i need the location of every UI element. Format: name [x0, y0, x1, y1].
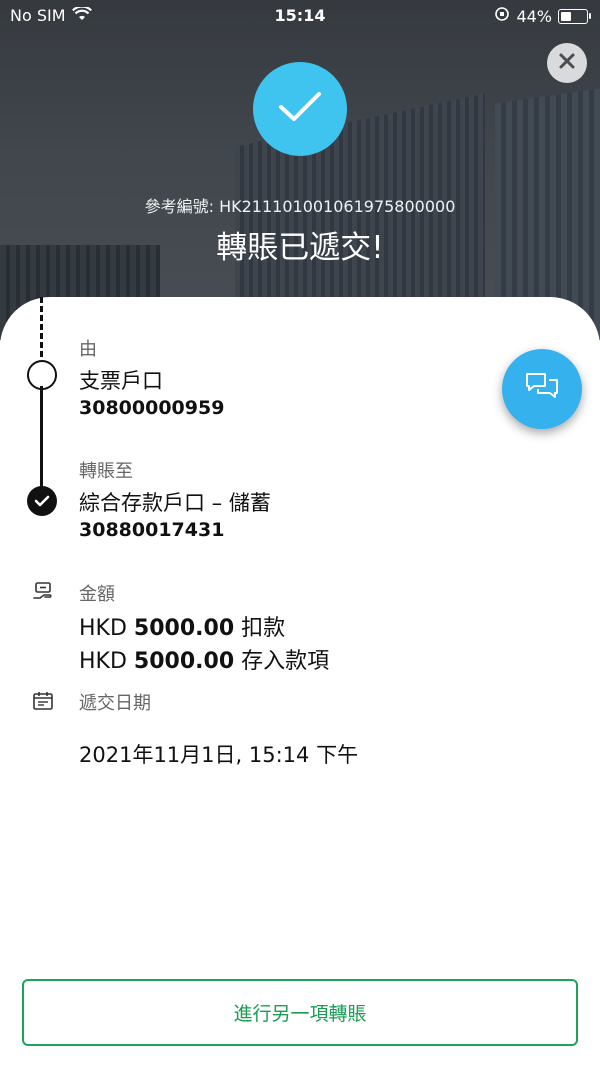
timeline-node-to: [27, 486, 57, 516]
chat-button[interactable]: [502, 349, 582, 429]
battery-icon: [558, 8, 591, 24]
calendar-icon: [32, 691, 54, 715]
reference-number: 參考編號: HK211101001061975800000: [144, 197, 456, 216]
page-title: 轉賬已遞交!: [216, 230, 384, 266]
credit-suffix: 存入款項: [241, 649, 330, 674]
timeline-line: [40, 386, 43, 488]
debit-value: 5000.00: [133, 616, 235, 641]
timeline-dashed-line: [40, 297, 43, 357]
check-icon: [277, 90, 323, 128]
from-account-name: 支票戶口: [79, 369, 163, 393]
credit-currency: HKD: [79, 649, 127, 674]
to-account-number: 30880017431: [79, 519, 225, 541]
to-account-name: 綜合存款戶口 – 儲蓄: [79, 491, 271, 515]
close-button[interactable]: [547, 43, 587, 83]
debit-suffix: 扣款: [241, 616, 286, 641]
submission-date-label: 遞交日期: [79, 693, 151, 714]
chat-bubbles-icon: [524, 371, 560, 407]
from-label: 由: [79, 339, 97, 360]
credit-value: 5000.00: [133, 649, 235, 674]
credit-amount: HKD 5000.00 存入款項: [79, 643, 329, 675]
close-icon: [558, 52, 576, 74]
from-account-number: 30800000959: [79, 397, 225, 419]
submission-datetime: 2021年11月1日, 15:14 下午: [79, 743, 359, 767]
money-hand-icon: [32, 580, 54, 606]
success-badge: [253, 62, 347, 156]
new-transfer-button[interactable]: 進行另一項轉賬: [22, 979, 578, 1046]
debit-amount: HKD 5000.00 扣款: [79, 610, 285, 642]
amount-label: 金額: [79, 584, 115, 605]
status-bar: No SIM 15:14 44%: [0, 0, 600, 32]
new-transfer-label: 進行另一項轉賬: [233, 1003, 367, 1025]
orientation-lock-icon: [494, 6, 510, 26]
check-small-icon: [34, 492, 50, 511]
to-label: 轉賬至: [79, 461, 133, 482]
debit-currency: HKD: [79, 616, 127, 641]
hero-background: [0, 0, 600, 340]
battery-percent: 44%: [516, 6, 552, 26]
